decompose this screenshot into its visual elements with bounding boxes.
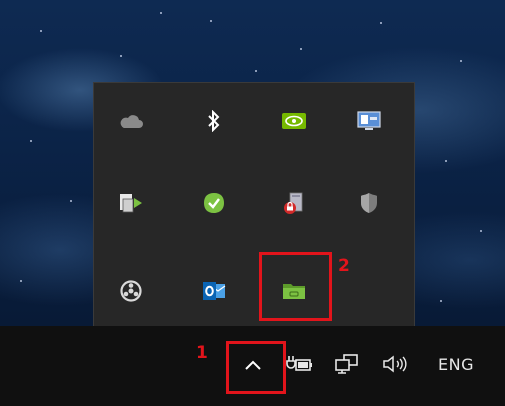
- nvidia-icon[interactable]: [278, 105, 310, 137]
- shield-icon[interactable]: [353, 187, 385, 219]
- steering-wheel-icon[interactable]: [115, 275, 147, 307]
- security-app-icon[interactable]: [278, 187, 310, 219]
- monitor-settings-icon[interactable]: [353, 105, 385, 137]
- language-indicator[interactable]: ENG: [428, 351, 484, 377]
- device-sync-icon[interactable]: [115, 187, 147, 219]
- network-icon[interactable]: [331, 350, 363, 378]
- taskbar: ENG: [0, 326, 505, 406]
- annotation-marker-2: 2: [338, 256, 350, 276]
- green-check-app-icon[interactable]: [198, 187, 230, 219]
- bluetooth-icon[interactable]: [198, 105, 230, 137]
- green-folder-icon[interactable]: [278, 275, 310, 307]
- volume-icon[interactable]: [379, 350, 413, 378]
- onedrive-cloud-icon[interactable]: [115, 105, 147, 137]
- tray-overflow-popup: [93, 82, 415, 326]
- outlook-icon[interactable]: [198, 275, 230, 307]
- annotation-marker-1: 1: [196, 343, 208, 363]
- show-hidden-icons-chevron[interactable]: [238, 352, 268, 378]
- battery-power-icon[interactable]: [283, 350, 315, 378]
